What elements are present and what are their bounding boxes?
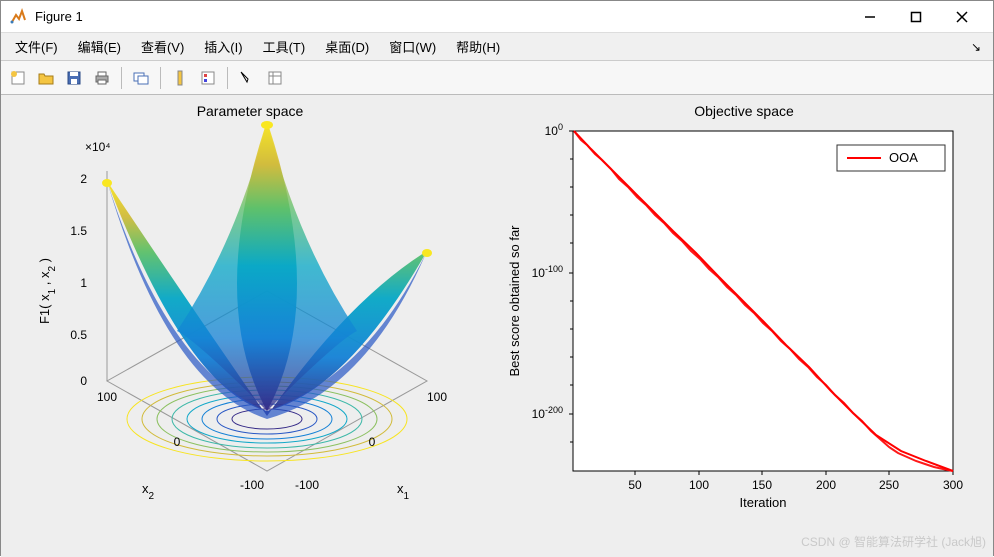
svg-text:1.5: 1.5 [70, 224, 87, 238]
svg-text:0: 0 [174, 435, 181, 449]
figure-content: Parameter space [1, 95, 993, 557]
maximize-button[interactable] [893, 2, 939, 32]
svg-text:200: 200 [816, 478, 836, 492]
property-inspector-button[interactable] [262, 65, 288, 91]
svg-text:-100: -100 [240, 478, 264, 492]
menu-desktop[interactable]: 桌面(D) [317, 35, 377, 58]
svg-text:100: 100 [427, 390, 447, 404]
svg-text:150: 150 [752, 478, 772, 492]
z-axis-label: F1( x1 , x2 ) [37, 258, 58, 324]
svg-text:0: 0 [80, 374, 87, 388]
x-ticks: 50 100 150 200 250 300 [628, 471, 963, 492]
line-chart[interactable]: 100 10-100 10-200 50 100 150 200 [501, 101, 981, 531]
menu-insert[interactable]: 插入(I) [196, 35, 250, 58]
menu-edit[interactable]: 编辑(E) [70, 35, 129, 58]
svg-text:-100: -100 [295, 478, 319, 492]
axes-3d: 2 1.5 1 0.5 0 [37, 121, 447, 502]
svg-text:1: 1 [80, 276, 87, 290]
menu-help[interactable]: 帮助(H) [448, 35, 508, 58]
print-button[interactable] [89, 65, 115, 91]
svg-text:300: 300 [943, 478, 963, 492]
open-button[interactable] [33, 65, 59, 91]
svg-text:0: 0 [369, 435, 376, 449]
svg-text:10-100: 10-100 [532, 264, 563, 280]
right-plot-title: Objective space [501, 103, 987, 119]
menu-view[interactable]: 查看(V) [133, 35, 192, 58]
right-xlabel: Iteration [740, 495, 787, 510]
x-axis-label: x1 [397, 481, 410, 502]
legend-label: OOA [889, 150, 918, 165]
legend[interactable]: OOA [837, 145, 945, 171]
right-ylabel: Best score obtained so far [507, 225, 522, 377]
left-plot-title: Parameter space [7, 103, 493, 119]
titlebar: Figure 1 [1, 1, 993, 33]
edit-plot-button[interactable] [234, 65, 260, 91]
minimize-button[interactable] [847, 2, 893, 32]
window-title: Figure 1 [35, 9, 83, 24]
toolbar [1, 61, 993, 95]
svg-text:250: 250 [879, 478, 899, 492]
matlab-icon [9, 8, 27, 26]
menu-overflow-icon[interactable]: ↘ [971, 40, 987, 54]
colorbar-button[interactable] [167, 65, 193, 91]
close-button[interactable] [939, 2, 985, 32]
menu-file[interactable]: 文件(F) [7, 35, 66, 58]
svg-text:100: 100 [689, 478, 709, 492]
parameter-space-panel: Parameter space [7, 101, 493, 551]
svg-text:100: 100 [545, 122, 563, 138]
svg-text:50: 50 [628, 478, 642, 492]
svg-text:0.5: 0.5 [70, 328, 87, 342]
menu-window[interactable]: 窗口(W) [381, 35, 444, 58]
surface-chart[interactable]: ×10⁴ 2 1.5 1 0.5 0 [7, 101, 487, 531]
objective-space-panel: Objective space 100 10-100 10-200 [501, 101, 987, 551]
new-figure-button[interactable] [5, 65, 31, 91]
y-axis-label: x2 [142, 481, 155, 502]
menu-tools[interactable]: 工具(T) [255, 35, 314, 58]
menubar: 文件(F) 编辑(E) 查看(V) 插入(I) 工具(T) 桌面(D) 窗口(W… [1, 33, 993, 61]
svg-text:100: 100 [97, 390, 117, 404]
svg-text:2: 2 [80, 172, 87, 186]
link-button[interactable] [128, 65, 154, 91]
legend-button[interactable] [195, 65, 221, 91]
z-multiplier: ×10⁴ [85, 140, 111, 154]
surface-body [102, 121, 432, 419]
save-button[interactable] [61, 65, 87, 91]
svg-text:10-200: 10-200 [532, 405, 563, 421]
